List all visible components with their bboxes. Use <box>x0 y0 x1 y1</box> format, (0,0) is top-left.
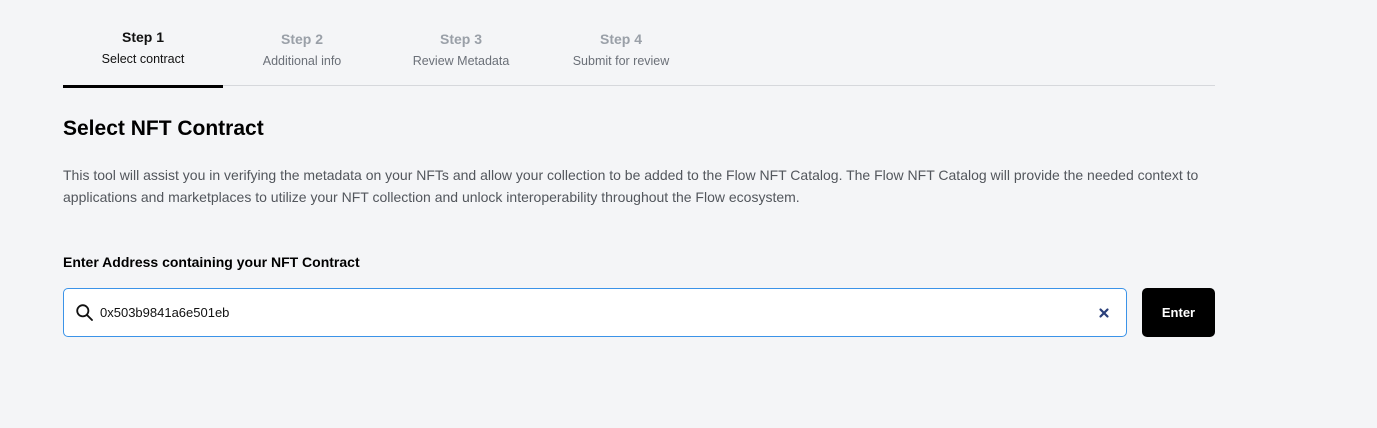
step-2-tab[interactable]: Step 2 Additional info <box>222 0 382 86</box>
page: Step 1 Select contract Step 2 Additional… <box>0 0 1377 428</box>
close-icon[interactable] <box>1097 306 1111 320</box>
step-number: Step 4 <box>599 31 642 47</box>
step-label: Select contract <box>101 52 185 66</box>
step-4-tab[interactable]: Step 4 Submit for review <box>541 0 701 86</box>
active-step-indicator <box>63 85 223 88</box>
stepper: Step 1 Select contract Step 2 Additional… <box>63 0 1215 88</box>
page-title: Select NFT Contract <box>63 117 264 140</box>
enter-button[interactable]: Enter <box>1142 288 1215 337</box>
step-label: Submit for review <box>572 54 670 68</box>
step-number: Step 1 <box>121 29 164 45</box>
step-3-tab[interactable]: Step 3 Review Metadata <box>381 0 541 86</box>
description-text: This tool will assist you in verifying t… <box>63 167 1199 205</box>
address-search-box <box>63 288 1127 337</box>
step-label: Review Metadata <box>412 54 510 68</box>
address-input[interactable] <box>100 299 1080 326</box>
step-1-tab[interactable]: Step 1 Select contract <box>63 0 223 88</box>
step-number: Step 2 <box>280 31 323 47</box>
address-field-label: Enter Address containing your NFT Contra… <box>63 254 360 270</box>
step-label: Additional info <box>262 54 342 68</box>
step-number: Step 3 <box>439 31 482 47</box>
search-icon <box>75 303 94 322</box>
